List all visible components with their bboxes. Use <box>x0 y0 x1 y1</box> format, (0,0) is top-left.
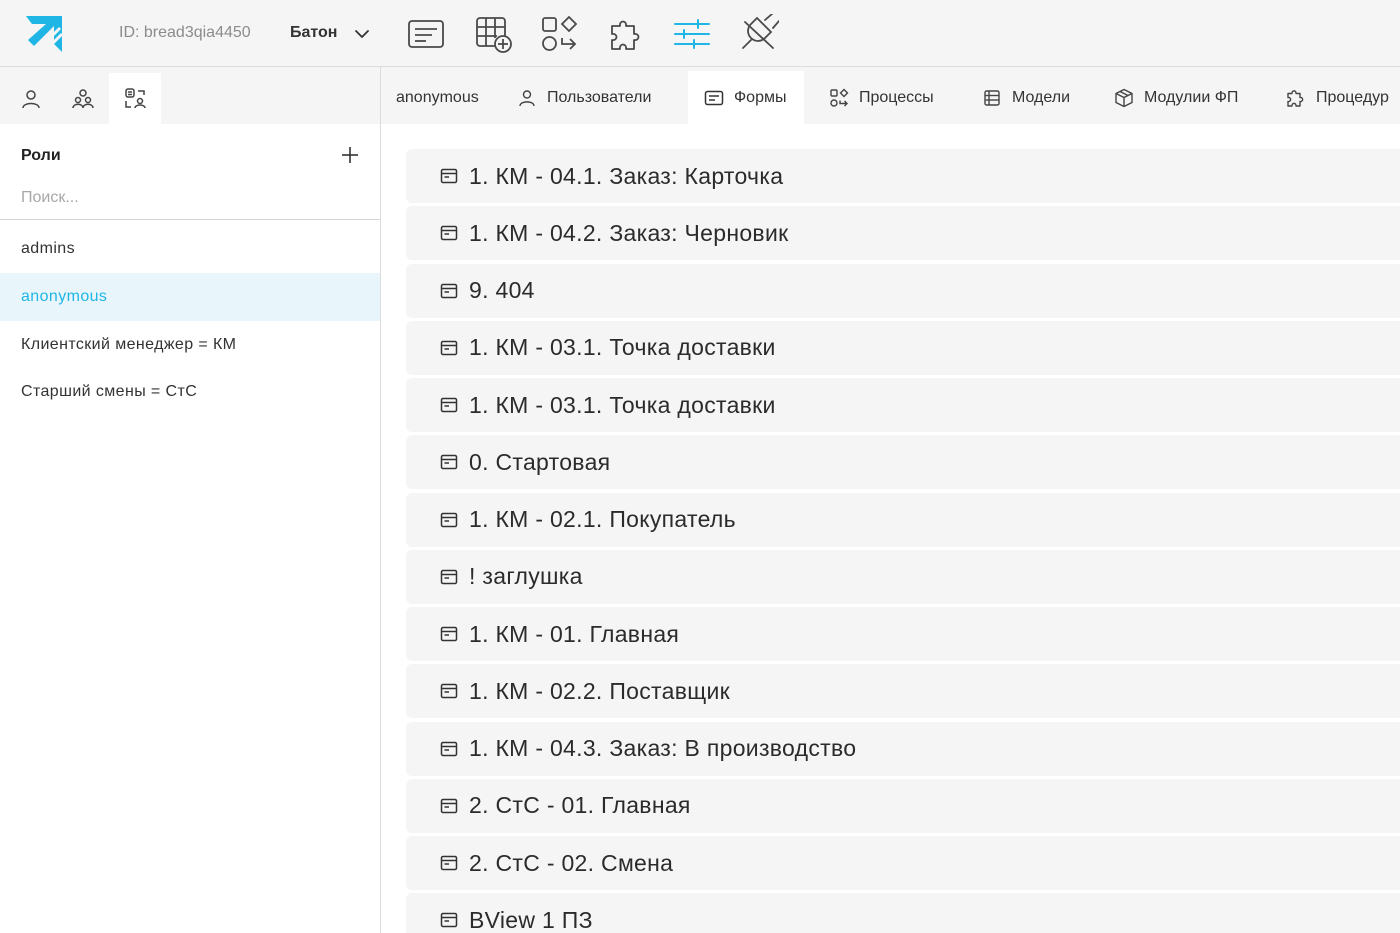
sidebar-tab-roles[interactable] <box>109 73 161 124</box>
form-window-icon <box>440 798 458 813</box>
plug-icon <box>742 14 779 49</box>
form-list-item[interactable]: 1. КМ - 04.2. Заказ: Черновик <box>406 206 1400 261</box>
tab-label: Формы <box>734 88 787 106</box>
form-window-icon <box>440 397 458 413</box>
divider <box>0 219 380 220</box>
processes-tool-button[interactable] <box>537 12 581 56</box>
form-window-icon <box>440 455 458 470</box>
form-list-item-label: 1. КМ - 04.2. Заказ: Черновик <box>469 219 789 246</box>
roles-icon <box>125 87 146 108</box>
form-window-icon <box>440 569 458 584</box>
settings-tool-button[interactable] <box>670 12 714 56</box>
form-icon <box>704 90 724 105</box>
sidebar-tab-users[interactable] <box>5 73 57 124</box>
form-window-icon <box>440 168 458 184</box>
form-window-icon <box>440 226 458 241</box>
roles-search-input[interactable] <box>21 185 361 211</box>
form-list-item-label: 2. СтС - 01. Главная <box>469 792 691 819</box>
form-list-item[interactable]: 1. КМ - 03.1. Точка доставки <box>406 320 1400 375</box>
form-window-icon <box>440 684 458 699</box>
tab-forms[interactable]: Формы <box>688 71 805 124</box>
form-window-icon <box>440 626 458 642</box>
form-list-item-label: ! заглушка <box>469 563 583 590</box>
users-group-icon <box>72 88 94 108</box>
tab-users[interactable]: Пользователи <box>517 71 651 124</box>
puzzle-icon <box>1287 89 1304 107</box>
form-list-item[interactable]: 1. КМ - 03.1. Точка доставки <box>406 378 1400 432</box>
form-list-item-label: 1. КМ - 02.2. Поставщик <box>469 677 730 704</box>
form-list-item[interactable]: BView 1 ПЗ <box>406 893 1400 933</box>
form-list-item-label: 1. КМ - 03.1. Точка доставки <box>469 391 776 418</box>
puzzle-icon <box>611 20 640 50</box>
processes-icon <box>830 88 849 107</box>
tab-procedures[interactable]: Процедур <box>1286 71 1389 124</box>
forms-icon <box>408 20 444 48</box>
table-add-icon <box>476 17 512 53</box>
form-window-icon <box>440 283 458 298</box>
tab-role-name[interactable]: anonymous <box>396 71 479 124</box>
form-list-item[interactable]: 1. КМ - 01. Главная <box>406 607 1400 661</box>
form-window-icon <box>440 741 458 756</box>
form-window-icon <box>440 512 458 527</box>
forms-list: 1. КМ - 04.1. Заказ: Карточка 1. КМ - 04… <box>381 124 1400 933</box>
form-list-item[interactable]: 2. СтС - 02. Смена <box>406 836 1400 890</box>
roles-title: Роли <box>21 147 61 164</box>
form-list-item[interactable]: 1. КМ - 02.1. Покупатель <box>406 492 1400 547</box>
plugins-tool-button[interactable] <box>604 12 648 56</box>
role-item-admins[interactable]: admins <box>0 225 380 273</box>
tab-label: Пользователи <box>547 88 652 106</box>
sidebar-tabs <box>0 67 380 124</box>
tab-label: anonymous <box>396 88 479 106</box>
tab-label: Процессы <box>859 88 934 106</box>
add-role-button[interactable] <box>339 144 361 166</box>
user-icon <box>22 89 40 108</box>
tab-label: Модели <box>1012 88 1071 106</box>
main-tabs: anonymous Пользователи Формы Процессы Мо… <box>381 67 1400 124</box>
sidebar-tab-groups[interactable] <box>57 73 109 124</box>
form-list-item[interactable]: 1. КМ - 04.1. Заказ: Карточка <box>406 149 1400 203</box>
roles-sidebar: Роли admins anonymous Клиентский менедже… <box>0 67 381 933</box>
sliders-icon <box>674 19 710 49</box>
form-list-item-label: 9. 404 <box>469 277 535 303</box>
form-window-icon <box>440 340 458 355</box>
form-list-item[interactable]: 1. КМ - 04.3. Заказ: В производство <box>406 721 1400 776</box>
role-item-shift-senior[interactable]: Старший смены = СтС <box>0 368 380 416</box>
project-selector[interactable]: Батон <box>290 24 337 42</box>
form-list-item-label: 1. КМ - 03.1. Точка доставки <box>469 334 776 361</box>
form-list-item-label: 1. КМ - 04.1. Заказ: Карточка <box>469 162 784 189</box>
connections-tool-button[interactable] <box>737 12 781 56</box>
form-list-item[interactable]: 2. СтС - 01. Главная <box>406 778 1400 833</box>
form-window-icon <box>440 855 458 871</box>
role-item-client-manager[interactable]: Клиентский менеджер = КМ <box>0 321 380 369</box>
tab-fp-modules[interactable]: Модулии ФП <box>1114 71 1238 124</box>
user-icon <box>519 89 535 106</box>
shapes-icon <box>542 15 578 51</box>
role-item-anonymous[interactable]: anonymous <box>0 273 380 321</box>
form-list-item-label: 2. СтС - 02. Смена <box>469 849 674 876</box>
tables-tool-button[interactable] <box>471 12 515 56</box>
form-list-item-label: 0. Стартовая <box>469 448 611 475</box>
form-list-item-label: BView 1 ПЗ <box>469 906 593 933</box>
tab-processes[interactable]: Процессы <box>829 71 934 124</box>
box-icon <box>1115 88 1133 107</box>
forms-tool-button[interactable] <box>404 12 448 56</box>
chevron-down-icon[interactable] <box>353 27 371 41</box>
form-list-item-label: 1. КМ - 01. Главная <box>469 620 680 647</box>
form-list-item[interactable]: ! заглушка <box>406 549 1400 604</box>
project-id: ID: bread3qia4450 <box>119 24 251 41</box>
top-bar: ID: bread3qia4450 Батон <box>0 0 1400 67</box>
form-list-item[interactable]: 9. 404 <box>406 263 1400 318</box>
tab-label: Модулии ФП <box>1144 88 1239 106</box>
tab-label: Процедур <box>1316 88 1389 106</box>
tab-models[interactable]: Модели <box>982 71 1070 124</box>
app-logo[interactable] <box>24 12 70 54</box>
form-list-item[interactable]: 1. КМ - 02.2. Поставщик <box>406 664 1400 719</box>
form-list-item-label: 1. КМ - 02.1. Покупатель <box>469 506 736 532</box>
form-list-item[interactable]: 0. Стартовая <box>406 435 1400 490</box>
form-window-icon <box>440 913 458 928</box>
form-list-item-label: 1. КМ - 04.3. Заказ: В производство <box>469 735 857 761</box>
models-icon <box>984 89 1000 106</box>
